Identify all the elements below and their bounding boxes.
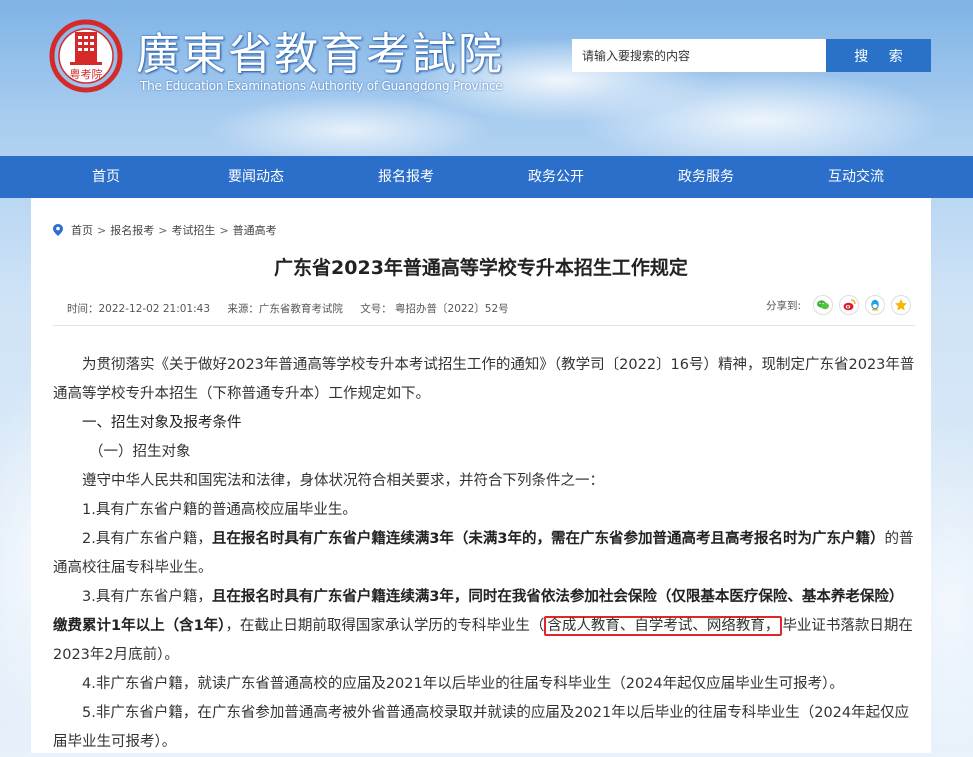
qq-icon[interactable] — [865, 295, 886, 315]
breadcrumb-home[interactable]: 首页 — [71, 222, 93, 238]
breadcrumb-registration[interactable]: 报名报考 — [110, 222, 154, 238]
condition-3-text: 3.具有广东省户籍， — [82, 589, 212, 605]
breadcrumb-separator: > — [97, 223, 107, 237]
site-logo-subtitle: The Education Examinations Authority of … — [140, 79, 503, 93]
weibo-icon[interactable] — [839, 295, 860, 315]
nav-item-government-services[interactable]: 政务服务 — [631, 156, 781, 198]
condition-3: 3.具有广东省户籍，且在报名时具有广东省户籍连续满3年，同时在我省依法参加社会保… — [53, 583, 915, 670]
breadcrumb-separator: > — [158, 223, 168, 237]
share-label: 分享到: — [766, 299, 802, 312]
highlighted-text-box: 含成人教育、自学考试、网络教育， — [544, 616, 783, 636]
main-nav: 首页 要闻动态 报名报考 政务公开 政务服务 互动交流 — [0, 156, 973, 198]
nav-item-interaction[interactable]: 互动交流 — [781, 156, 931, 198]
location-pin-icon — [53, 224, 63, 236]
share-bar: 分享到: — [766, 295, 912, 315]
wechat-icon[interactable] — [813, 295, 834, 315]
breadcrumb-gaokao[interactable]: 普通高考 — [233, 222, 277, 238]
site-header: 粤考院 廣東省教育考試院 The Education Examinations … — [0, 0, 973, 156]
condition-1: 1.具有广东省户籍的普通高校应届毕业生。 — [82, 502, 357, 518]
nav-item-news[interactable]: 要闻动态 — [181, 156, 331, 198]
article-body: 为贯彻落实《关于做好2023年普通高等学校专升本考试招生工作的通知》（教学司〔2… — [53, 351, 915, 757]
subsection-heading: （一）招生对象 — [89, 444, 191, 460]
condition-5: 5.非广东省户籍，在广东省参加普通高考被外省普通高校录取并就读的应届及2021年… — [53, 705, 910, 750]
search-button[interactable]: 搜 索 — [826, 39, 931, 72]
article-meta: 时间：2022-12-02 21:01:43 来源：广东省教育考试院 文号： 粤… — [67, 301, 523, 316]
breadcrumb-separator: > — [219, 223, 229, 237]
condition-2: 2.具有广东省户籍，且在报名时具有广东省户籍连续满3年（未满3年的，需在广东省参… — [53, 525, 915, 583]
article-source: 来源：广东省教育考试院 — [227, 303, 343, 315]
nav-item-registration[interactable]: 报名报考 — [331, 156, 481, 198]
paragraph-intro: 为贯彻落实《关于做好2023年普通高等学校专升本考试招生工作的通知》（教学司〔2… — [53, 357, 915, 402]
condition-2-text: 2.具有广东省户籍， — [82, 531, 212, 547]
article-title: 广东省2023年普通高等学校专升本招生工作规定 — [274, 257, 688, 279]
paragraph-requirements: 遵守中华人民共和国宪法和法律，身体状况符合相关要求，并符合下列条件之一： — [82, 473, 604, 489]
condition-3-middle: ，在截止日期前取得国家承认学历的专科毕业生（ — [225, 618, 545, 634]
article-card: 首页 > 报名报考 > 考试招生 > 普通高考 广东省2023年普通高等学校专升… — [31, 198, 931, 753]
article-doc-number: 文号： 粤招办普〔2022〕52号 — [360, 303, 509, 315]
divider — [53, 325, 915, 326]
breadcrumb: 首页 > 报名报考 > 考试招生 > 普通高考 — [53, 222, 277, 238]
qzone-icon[interactable] — [891, 295, 912, 315]
section-heading: 一、招生对象及报考条件 — [53, 409, 915, 438]
article-time: 时间：2022-12-02 21:01:43 — [67, 303, 211, 315]
site-logo-title[interactable]: 廣東省教育考試院 — [136, 18, 504, 82]
breadcrumb-exam-admission[interactable]: 考试招生 — [171, 222, 215, 238]
nav-item-home[interactable]: 首页 — [31, 156, 181, 198]
search-input[interactable] — [572, 39, 826, 72]
condition-2-bold: 且在报名时具有广东省户籍连续满3年（未满3年的，需在广东省参加普通高考且高考报名… — [211, 531, 885, 547]
section-heading-text: 一、招生对象及报考条件 — [82, 415, 242, 431]
logo-seal-icon[interactable]: 粤考院 — [48, 16, 124, 98]
seal-text: 粤考院 — [70, 67, 103, 81]
nav-item-government-affairs[interactable]: 政务公开 — [481, 156, 631, 198]
condition-4: 4.非广东省户籍，就读广东省普通高校的应届及2021年以后毕业的往届专科毕业生（… — [82, 676, 844, 692]
